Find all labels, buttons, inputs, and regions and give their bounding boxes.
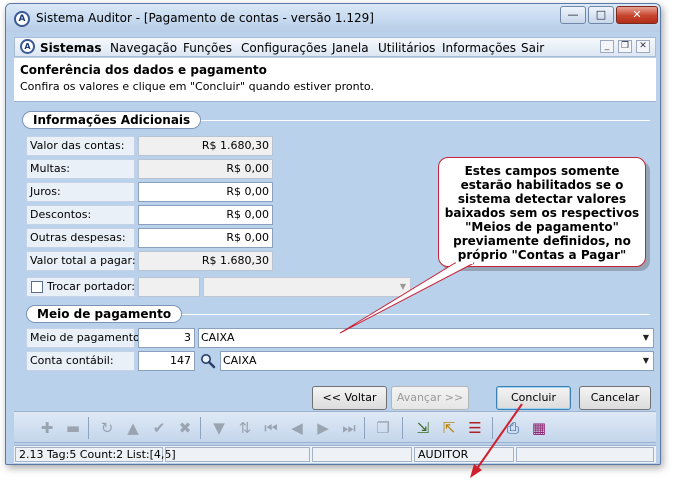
import-icon[interactable]: ⇲ (414, 419, 432, 437)
valor-total-value: R$ 1.680,30 (138, 251, 273, 271)
outras-despesas-label: Outras despesas: (26, 228, 135, 248)
export-icon[interactable]: ⇱ (440, 419, 458, 437)
toolbar-separator (492, 417, 493, 439)
payment-group-label: Meio de pagamento (26, 305, 183, 323)
status-cell (516, 447, 654, 462)
valor-total-label: Valor total a pagar: (26, 251, 136, 271)
toolbar-separator (200, 417, 201, 439)
mdi-minimize-button[interactable]: _ (600, 40, 614, 53)
menu-utilitarios[interactable]: Utilitários (378, 41, 435, 55)
juros-label: Juros: (26, 182, 135, 202)
status-cell (165, 447, 310, 462)
group-divider (164, 314, 650, 315)
multas-label: Multas: (26, 159, 135, 179)
menu-sistemas[interactable]: Sistemas (40, 41, 102, 55)
callout-line: previamente definidos, no (453, 234, 631, 248)
valor-contas-label: Valor das contas: (26, 136, 135, 156)
meio-pagamento-dropdown[interactable]: CAIXA ▼ (198, 328, 654, 348)
close-button[interactable]: ✕ (616, 6, 658, 24)
refresh-icon[interactable]: ↻ (98, 419, 116, 437)
portador-dropdown: ▼ (203, 277, 411, 297)
toolbar: ✚ ▬ ↻ ▲ ✔ ✖ ▼ ⇅ ⏮ ◀ ▶ ⏭ ❐ ⇲ ⇱ ☰ ⎙ ▦ (14, 411, 656, 443)
concluir-button[interactable]: Concluir (496, 386, 571, 410)
group-divider (164, 120, 650, 121)
callout-line: baixados sem os respectivos (444, 206, 640, 220)
add-icon[interactable]: ✚ (38, 419, 56, 437)
minimize-button[interactable]: — (560, 6, 586, 24)
conta-contabil-label: Conta contábil: (26, 351, 135, 371)
callout-line: estarão habilitados se o (460, 178, 624, 192)
copy-icon[interactable]: ❐ (374, 419, 392, 437)
menu-sair[interactable]: Sair (521, 41, 544, 55)
toolbar-separator (88, 417, 89, 439)
next-record-icon[interactable]: ▶ (314, 419, 332, 437)
outras-despesas-input[interactable]: R$ 0,00 (138, 228, 273, 248)
cancelar-button[interactable]: Cancelar (579, 386, 651, 410)
conta-contabil-code-input[interactable]: 147 (138, 351, 195, 371)
avancar-button[interactable]: Avançar >> (391, 386, 469, 410)
status-info: 2.13 Tag:5 Count:2 List:[4,5] (15, 447, 176, 462)
callout-line: Estes campos somente (464, 164, 620, 178)
help-callout: Estes campos somente estarão habilitados… (438, 157, 646, 267)
menu-funcoes[interactable]: Funções (183, 41, 232, 55)
page-title: Conferência dos dados e pagamento (20, 63, 267, 77)
toolbar-separator (402, 417, 403, 439)
arrow-head-icon (470, 464, 482, 478)
toolbar-separator (364, 417, 365, 439)
menu-informacoes[interactable]: Informações (442, 41, 516, 55)
meio-pagamento-selected: CAIXA (201, 331, 235, 344)
multas-value: R$ 0,00 (138, 159, 273, 179)
voltar-button[interactable]: << Voltar (312, 386, 387, 410)
search-icon[interactable] (200, 353, 216, 369)
chevron-down-icon: ▼ (642, 333, 649, 342)
window-title: Sistema Auditor - [Pagamento de contas -… (36, 11, 374, 25)
mdi-close-button[interactable]: ✕ (636, 40, 650, 53)
menu-bar: A Sistemas Navegação Funções Configuraçõ… (14, 37, 656, 57)
maximize-button[interactable]: □ (588, 6, 614, 24)
status-user: AUDITOR (414, 447, 514, 462)
mdi-restore-button[interactable]: ❐ (618, 40, 632, 53)
list-icon[interactable]: ☰ (466, 419, 484, 437)
page-subtitle: Confira os valores e clique em "Concluir… (20, 80, 374, 93)
meio-pagamento-label: Meio de pagamento: (26, 328, 143, 348)
calendar-icon[interactable]: ▦ (530, 419, 548, 437)
callout-line: "Meios de pagamento" (465, 220, 619, 234)
chevron-down-icon: ▼ (399, 282, 406, 291)
callout-line: sistema detectar valores (457, 192, 627, 206)
status-bar: 2.13 Tag:5 Count:2 List:[4,5] AUDITOR (14, 445, 656, 463)
menu-configuracoes[interactable]: Configurações (241, 41, 327, 55)
trocar-portador-checkbox[interactable] (31, 281, 43, 293)
check-icon[interactable]: ✔ (150, 419, 168, 437)
print-icon[interactable]: ⎙ (504, 419, 522, 437)
status-cell (312, 447, 412, 462)
valor-contas-value: R$ 1.680,30 (138, 136, 273, 156)
previous-record-icon[interactable]: ◀ (288, 419, 306, 437)
callout-line: próprio "Contas a Pagar" (457, 248, 627, 262)
app-logo-icon: A (14, 11, 30, 27)
cancel-icon[interactable]: ✖ (176, 419, 194, 437)
descontos-input[interactable]: R$ 0,00 (138, 205, 273, 225)
conta-contabil-selected: CAIXA (223, 354, 257, 367)
sort-icon[interactable]: ⇅ (236, 419, 254, 437)
header-panel: Conferência dos dados e pagamento Confir… (14, 58, 656, 102)
conta-contabil-dropdown[interactable]: CAIXA ▼ (220, 351, 654, 371)
juros-input[interactable]: R$ 0,00 (138, 182, 273, 202)
menu-janela[interactable]: Janela (332, 41, 369, 55)
title-bar[interactable]: A Sistema Auditor - [Pagamento de contas… (6, 4, 660, 32)
chevron-down-icon: ▼ (642, 356, 649, 365)
menu-logo-icon[interactable]: A (20, 39, 35, 54)
remove-icon[interactable]: ▬ (64, 419, 82, 437)
portador-code-field (138, 277, 200, 297)
info-group-label: Informações Adicionais (22, 111, 202, 129)
filter-icon[interactable]: ▼ (210, 419, 228, 437)
last-record-icon[interactable]: ⏭ (340, 419, 358, 437)
up-icon[interactable]: ▲ (124, 419, 142, 437)
first-record-icon[interactable]: ⏮ (262, 419, 280, 437)
descontos-label: Descontos: (26, 205, 135, 225)
menu-navegacao[interactable]: Navegação (110, 41, 177, 55)
meio-pagamento-code-input[interactable]: 3 (138, 328, 195, 348)
